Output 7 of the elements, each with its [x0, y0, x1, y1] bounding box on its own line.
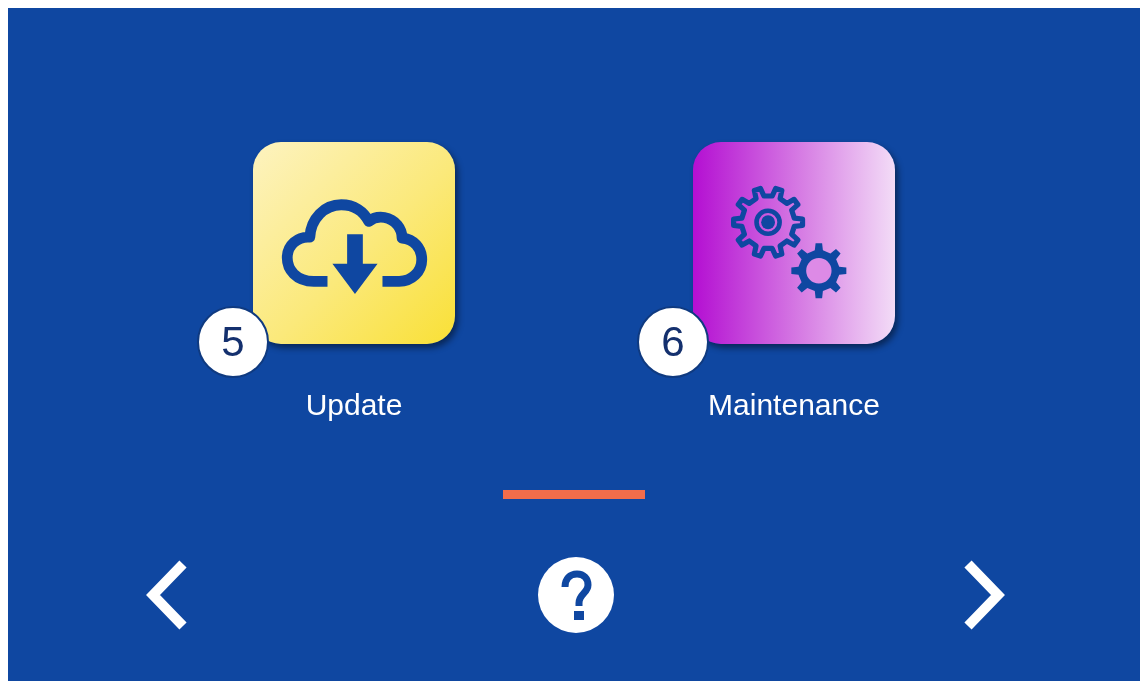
tile-label: Maintenance — [708, 387, 880, 423]
number-badge: 6 — [637, 306, 709, 378]
app-tile[interactable] — [253, 142, 455, 344]
help-icon[interactable] — [537, 557, 614, 633]
tile-label: Update — [305, 387, 403, 423]
number-badge: 5 — [197, 306, 269, 378]
app-tile[interactable] — [693, 142, 895, 344]
